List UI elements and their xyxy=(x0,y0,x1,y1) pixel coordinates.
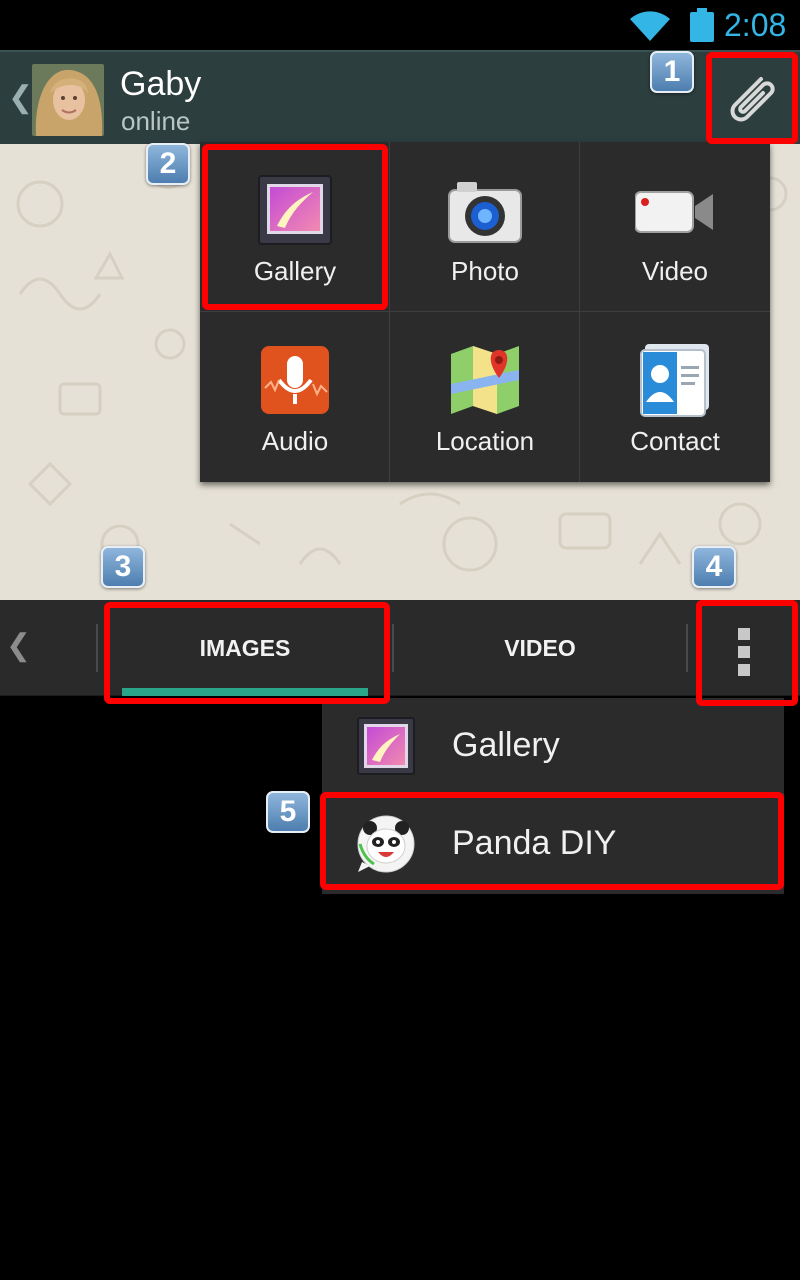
wifi-icon xyxy=(630,11,670,41)
microphone-icon xyxy=(261,346,329,414)
highlight-overflow-menu xyxy=(696,600,798,706)
highlight-attach-button xyxy=(706,52,798,144)
avatar[interactable] xyxy=(32,64,104,136)
attach-video-button[interactable]: Video xyxy=(580,142,770,312)
attach-photo-button[interactable]: Photo xyxy=(390,142,580,312)
step-badge-2: 2 xyxy=(146,143,190,185)
step-badge-4: 4 xyxy=(692,546,736,588)
attach-location-button[interactable]: Location xyxy=(390,312,580,482)
back-icon[interactable]: ❮ xyxy=(8,80,33,116)
attach-photo-label: Photo xyxy=(451,256,519,286)
video-camera-icon xyxy=(635,191,713,233)
attach-location-label: Location xyxy=(435,426,535,456)
battery-icon xyxy=(690,8,714,42)
popup-item-label: Gallery xyxy=(452,726,560,764)
highlight-panda-diy xyxy=(320,792,784,890)
attach-audio-label: Audio xyxy=(261,426,329,456)
status-bar: 2:08 xyxy=(0,0,800,50)
tab-back-icon[interactable]: ❮ xyxy=(6,628,31,664)
attach-video-label: Video xyxy=(641,256,709,286)
gallery-icon xyxy=(357,717,415,775)
step-badge-3: 3 xyxy=(101,546,145,588)
popup-item-gallery[interactable]: Gallery xyxy=(322,698,784,794)
tab-video[interactable]: VIDEO xyxy=(394,600,686,696)
contact-card-icon xyxy=(640,344,709,417)
clock: 2:08 xyxy=(724,7,787,43)
attach-contact-button[interactable]: Contact xyxy=(580,312,770,482)
map-pin-icon xyxy=(451,346,519,414)
contact-name: Gaby xyxy=(120,65,202,103)
step-badge-1: 1 xyxy=(650,51,694,93)
highlight-images-tab xyxy=(104,602,390,704)
attach-audio-button[interactable]: Audio xyxy=(200,312,390,482)
attach-contact-label: Contact xyxy=(630,426,720,456)
highlight-gallery-option xyxy=(202,144,388,310)
tab-divider xyxy=(686,624,688,672)
step-badge-5: 5 xyxy=(266,791,310,833)
camera-icon xyxy=(448,182,522,243)
contact-status: online xyxy=(121,106,191,136)
